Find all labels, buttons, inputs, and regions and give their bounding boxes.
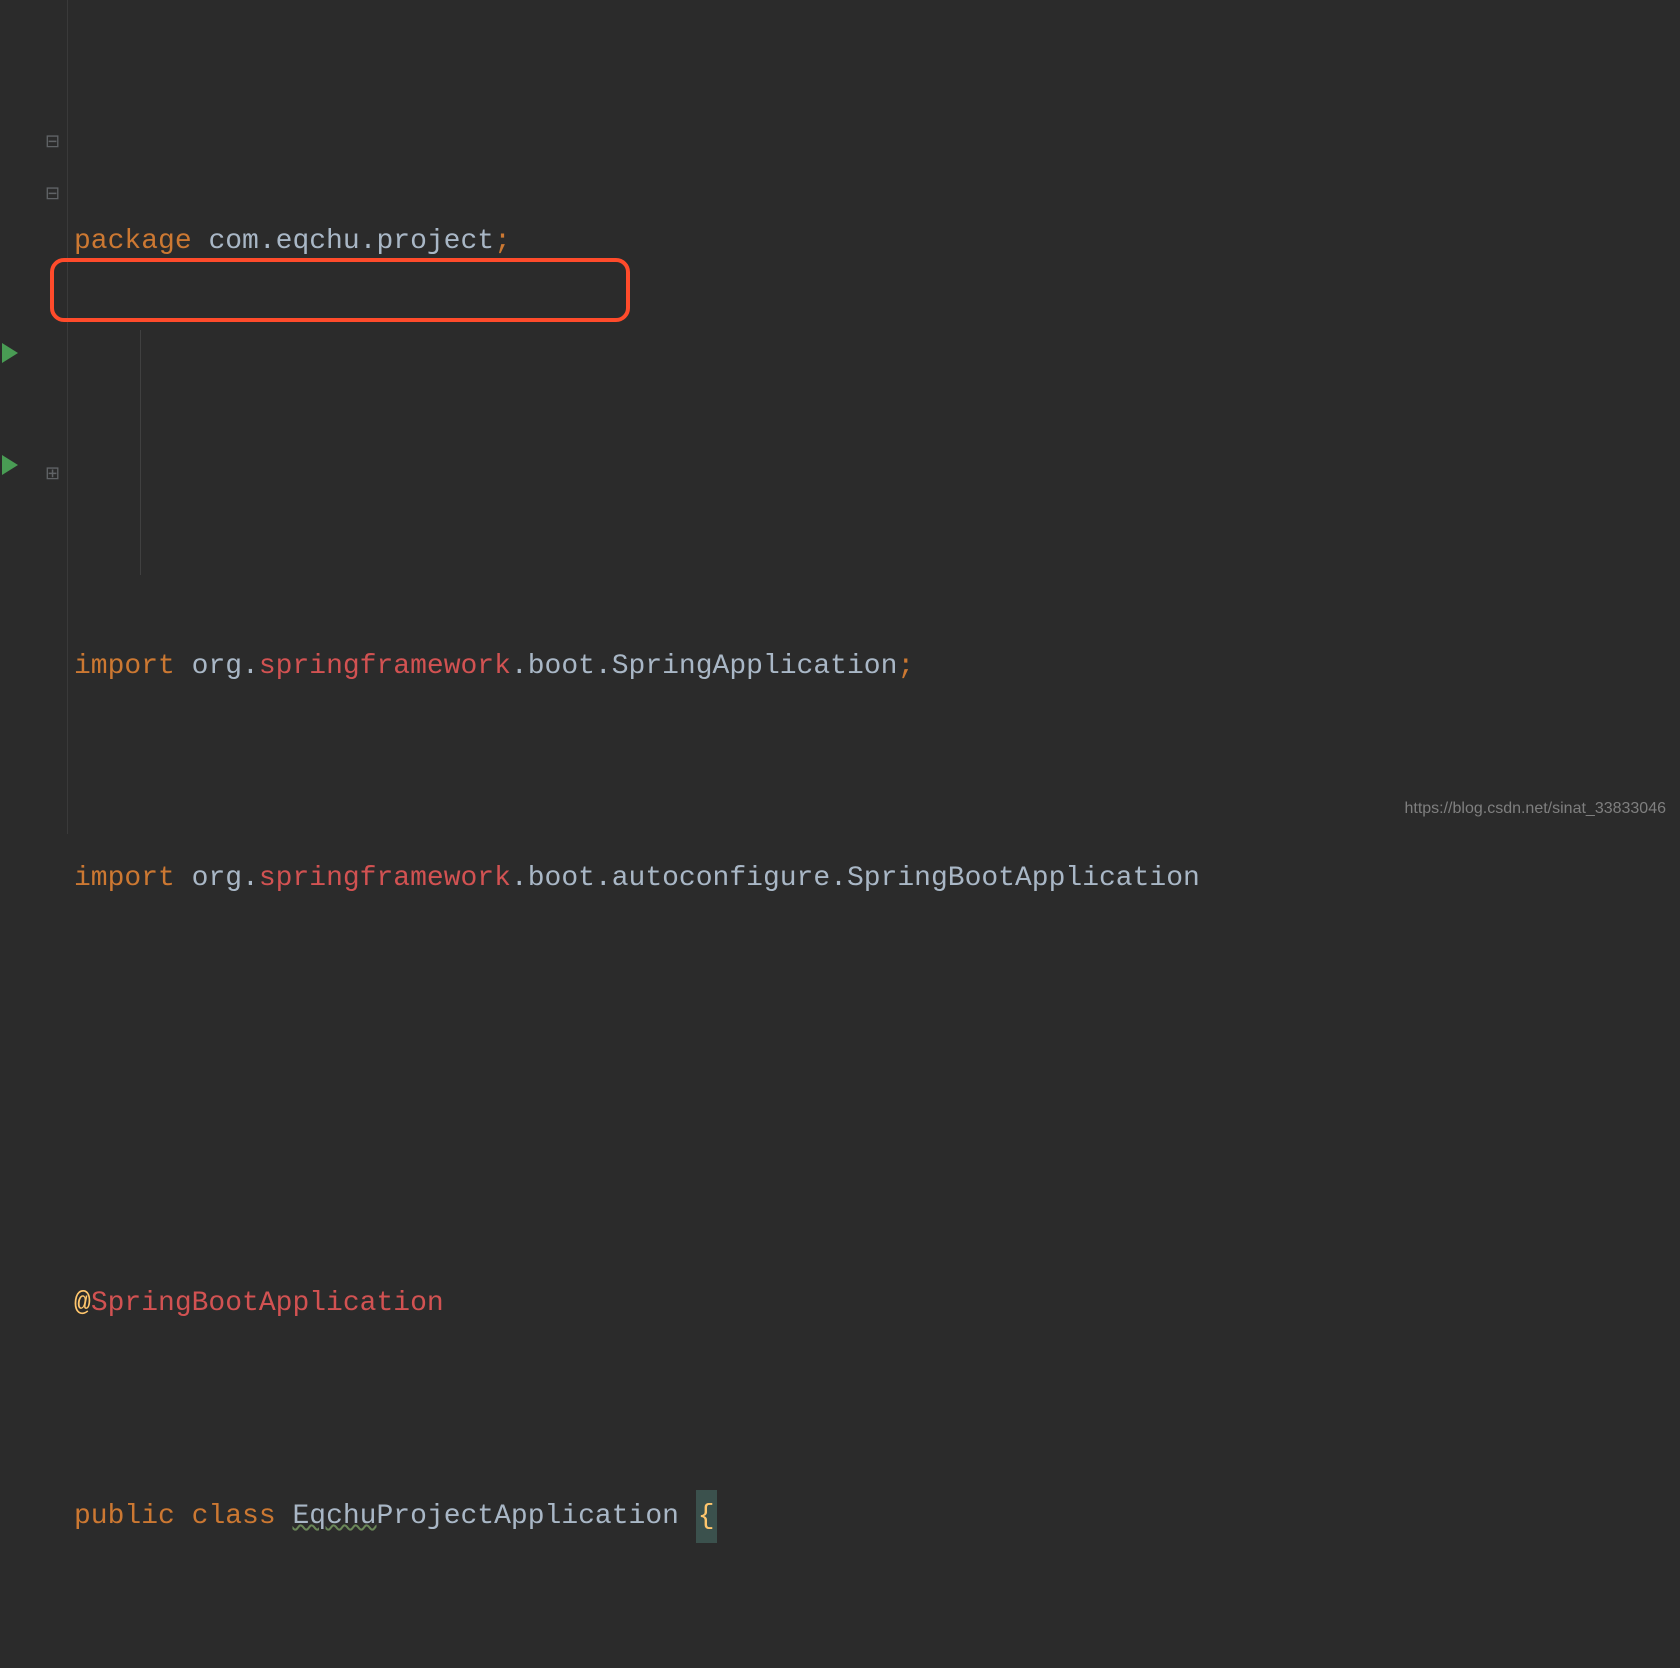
keyword-class: class: [192, 1490, 276, 1543]
indent-guide: [140, 330, 141, 575]
code-line: import org.springframework.boot.autoconf…: [74, 852, 1680, 905]
fold-icon[interactable]: ⊟: [45, 126, 60, 160]
watermark: https://blog.csdn.net/sinat_33833046: [1404, 794, 1666, 824]
keyword-package: package: [74, 215, 192, 268]
code-line-empty: [74, 1065, 1680, 1118]
code-line: package com.eqchu.project;: [74, 215, 1680, 268]
code-line: import org.springframework.boot.SpringAp…: [74, 640, 1680, 693]
annotation-name: SpringBootApplication: [91, 1277, 444, 1330]
code-line-annotation: @SpringBootApplication: [74, 1278, 1680, 1331]
brace-open: {: [696, 1490, 717, 1543]
fold-icon[interactable]: ⊟: [45, 178, 60, 212]
code-content[interactable]: package com.eqchu.project; import org.sp…: [68, 0, 1680, 834]
keyword-import: import: [74, 640, 175, 693]
code-line-class-decl: public class EqchuProjectApplication {: [74, 1490, 1680, 1543]
code-editor[interactable]: ⊟ ⊟ ⊞ package com.eqchu.project; import …: [0, 0, 1680, 834]
keyword-import: import: [74, 852, 175, 905]
gutter: ⊟ ⊟ ⊞: [0, 0, 68, 834]
run-gutter-icon[interactable]: [2, 455, 18, 475]
expand-icon[interactable]: ⊞: [45, 458, 60, 492]
keyword-public: public: [74, 1490, 175, 1543]
code-line-empty: [74, 427, 1680, 480]
package-name: com.eqchu.project: [208, 215, 494, 268]
class-name: Eqchu: [292, 1490, 376, 1543]
run-gutter-icon[interactable]: [2, 343, 18, 363]
